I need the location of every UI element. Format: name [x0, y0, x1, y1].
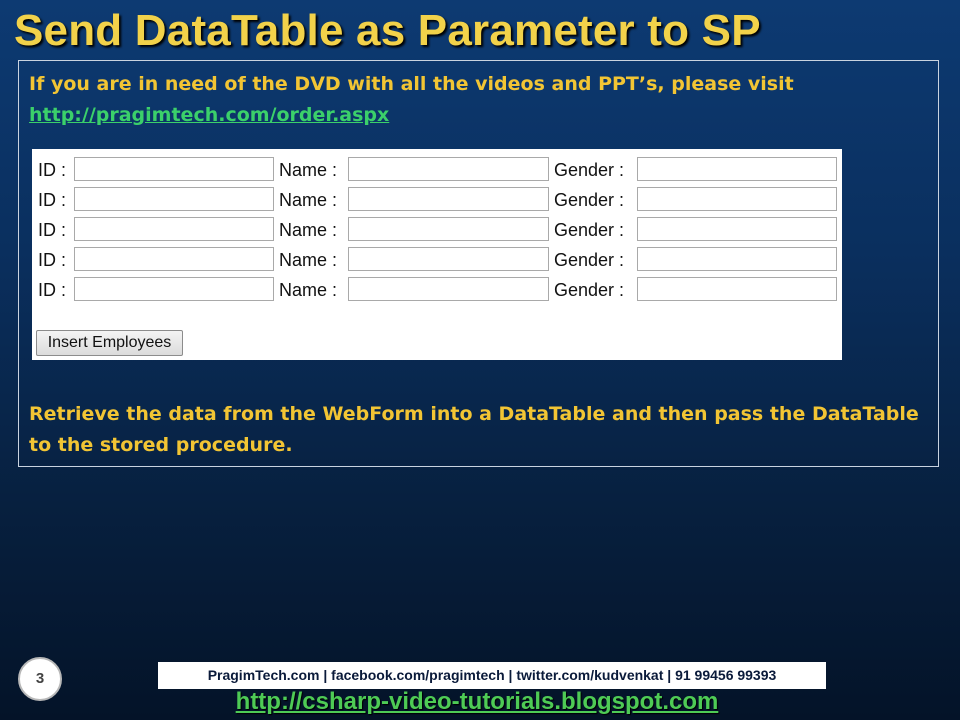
id-label: ID : [38, 220, 67, 240]
gender-label: Gender : [554, 280, 625, 300]
name-label: Name : [279, 250, 338, 270]
name-label: Name : [279, 160, 338, 180]
name-input[interactable] [348, 217, 549, 241]
name-input[interactable] [348, 187, 549, 211]
gender-input[interactable] [637, 247, 837, 271]
footer-blog-link[interactable]: http://csharp-video-tutorials.blogspot.c… [0, 688, 954, 716]
intro-paragraph: If you are in need of the DVD with all t… [29, 69, 929, 131]
footer-contacts: PragimTech.com | facebook.com/pragimtech… [158, 662, 826, 689]
name-label: Name : [279, 190, 338, 210]
id-label: ID : [38, 250, 67, 270]
gender-label: Gender : [554, 160, 625, 180]
id-input[interactable] [74, 157, 274, 181]
gender-label: Gender : [554, 250, 625, 270]
name-input[interactable] [348, 247, 549, 271]
gender-label: Gender : [554, 190, 625, 210]
employee-form: ID : Name : Gender : ID : Name : Gender … [32, 149, 842, 360]
retrieve-paragraph: Retrieve the data from the WebForm into … [29, 403, 919, 456]
id-input[interactable] [74, 277, 274, 301]
id-label: ID : [38, 160, 67, 180]
order-link[interactable]: http://pragimtech.com/order.aspx [29, 100, 929, 131]
id-label: ID : [38, 280, 67, 300]
form-row: ID : Name : Gender : [32, 245, 842, 275]
gender-label: Gender : [554, 220, 625, 240]
gender-input[interactable] [637, 217, 837, 241]
form-row: ID : Name : Gender : [32, 155, 842, 185]
form-row: ID : Name : Gender : [32, 215, 842, 245]
insert-employees-button[interactable]: Insert Employees [36, 330, 183, 356]
name-label: Name : [279, 280, 338, 300]
form-row: ID : Name : Gender : [32, 185, 842, 215]
name-input[interactable] [348, 277, 549, 301]
name-input[interactable] [348, 157, 549, 181]
gender-input[interactable] [637, 187, 837, 211]
content-box: If you are in need of the DVD with all t… [18, 60, 939, 467]
name-label: Name : [279, 220, 338, 240]
form-row: ID : Name : Gender : [32, 275, 842, 305]
gender-input[interactable] [637, 157, 837, 181]
id-input[interactable] [74, 247, 274, 271]
id-label: ID : [38, 190, 67, 210]
intro-text: If you are in need of the DVD with all t… [29, 73, 794, 95]
slide-title: Send DataTable as Parameter to SP [14, 6, 761, 55]
gender-input[interactable] [637, 277, 837, 301]
id-input[interactable] [74, 187, 274, 211]
id-input[interactable] [74, 217, 274, 241]
